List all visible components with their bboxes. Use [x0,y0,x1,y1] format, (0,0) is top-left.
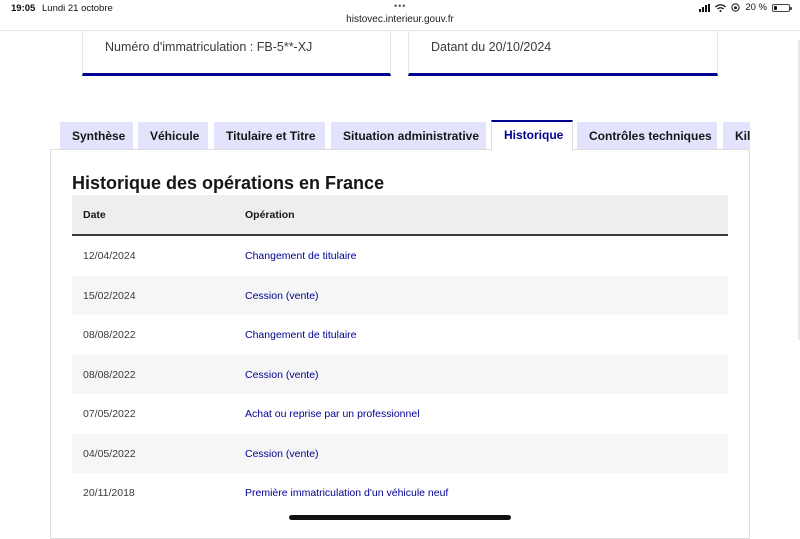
status-time: 19:05 [11,3,36,14]
tab-vehicule[interactable]: Véhicule [138,122,208,150]
tab-historique[interactable]: Historique [491,120,573,150]
tab-synthese[interactable]: Synthèse [60,122,133,150]
table-header: Date Opération [72,195,728,236]
row-operation-link[interactable]: Cession (vente) [245,369,319,381]
home-indicator[interactable] [289,515,511,520]
wifi-icon [715,3,727,12]
registration-card: Numéro d'immatriculation : FB-5**-XJ [82,31,391,76]
battery-icon [772,3,792,12]
row-date: 15/02/2024 [83,289,136,302]
row-date: 07/05/2022 [83,408,136,420]
panel-title: Historique des opérations en France [72,173,385,193]
table-row: 08/08/2022 Changement de titulaire [72,315,728,355]
battery-percent: 20 % [745,2,767,13]
registration-number: Numéro d'immatriculation : FB-5**-XJ [105,40,313,54]
tab-titulaire-et-titre[interactable]: Titulaire et Titre [214,122,325,150]
row-date: 20/11/2018 [83,487,135,499]
tab-controles-techniques[interactable]: Contrôles techniques [577,122,717,150]
column-header-operation: Opération [245,209,295,221]
status-date: Lundi 21 octobre [42,3,113,14]
orientation-lock-icon [731,3,740,12]
tab-situation-administrative[interactable]: Situation administrative [331,122,486,150]
table-row: 08/08/2022 Cession (vente) [72,354,728,394]
table-row: 20/11/2018 Première immatriculation d'un… [72,473,728,513]
row-date: 08/08/2022 [83,368,136,381]
status-indicators: 20 % [699,2,792,13]
table-row: 07/05/2022 Achat ou reprise par un profe… [72,394,728,434]
row-operation-link[interactable]: Cession (vente) [245,290,319,302]
row-operation-link[interactable]: Changement de titulaire [245,329,357,341]
tab-bar: Synthèse Véhicule Titulaire et Titre Sit… [60,120,750,150]
table-body: 12/04/2024 Changement de titulaire 15/02… [72,236,728,513]
row-operation-link[interactable]: Changement de titulaire [245,250,357,262]
column-header-date: Date [83,209,106,221]
report-date-card: Datant du 20/10/2024 [408,31,718,76]
table-row: 04/05/2022 Cession (vente) [72,433,728,473]
row-operation-link[interactable]: Achat ou reprise par un professionnel [245,408,420,420]
row-operation-link[interactable]: Première immatriculation d'un véhicule n… [245,487,448,499]
tab-kilometrage[interactable]: Kilo [723,122,750,150]
cellular-signal-icon [699,3,711,12]
row-date: 08/08/2022 [83,329,136,341]
report-date: Datant du 20/10/2024 [431,40,552,54]
row-date: 12/04/2024 [83,250,136,262]
row-operation-link[interactable]: Cession (vente) [245,448,319,460]
table-row: 15/02/2024 Cession (vente) [72,275,728,315]
more-dots-icon[interactable]: ••• [394,1,406,11]
history-table: Date Opération 12/04/2024 Changement de … [72,195,728,513]
table-row: 12/04/2024 Changement de titulaire [72,236,728,276]
row-date: 04/05/2022 [83,447,136,460]
url-bar[interactable]: histovec.interieur.gouv.fr [0,14,800,25]
